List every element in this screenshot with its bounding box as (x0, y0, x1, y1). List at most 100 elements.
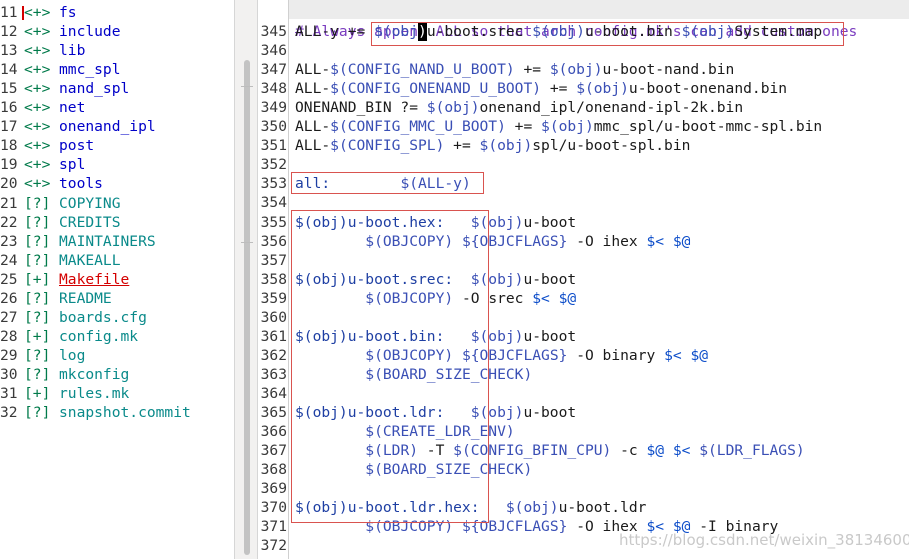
code-line[interactable]: 356 $(OBJCOPY) ${OBJCFLAGS} -O ihex $< $… (258, 232, 909, 251)
code-token: u-boot-nand.bin (602, 61, 735, 79)
code-line[interactable]: 368 $(BOARD_SIZE_CHECK) (258, 460, 909, 479)
scrollbar-mark (241, 86, 253, 87)
code-token: $(obj) (470, 404, 524, 421)
line-number: 354 (260, 194, 287, 212)
line-number: 356 (260, 232, 287, 250)
line-number: 360 (260, 308, 287, 326)
tree-item-label[interactable]: MAKEALL (59, 251, 121, 270)
tree-item-label[interactable]: log (59, 346, 85, 365)
code-token: $(obj) (576, 80, 629, 98)
code-token: ${OBJCFLAGS} (461, 346, 568, 364)
tree-item-label[interactable]: include (59, 22, 121, 41)
code-line[interactable]: 349 ONENAND_BIN ?= $(obj)onenand_ipl/onen… (258, 98, 909, 117)
line-number: 370 (260, 499, 287, 517)
tree-item-label[interactable]: config.mk (59, 327, 138, 346)
tree-item-label[interactable]: tools (59, 174, 103, 193)
tree-item-label[interactable]: lib (59, 41, 85, 60)
tree-line-number: 13 (0, 42, 18, 60)
code-token: System.map (734, 23, 823, 40)
line-number: 353 (260, 175, 287, 193)
tree-item-label[interactable]: fs (59, 3, 77, 22)
code-text: $(OBJCOPY) -O srec $< $@ (295, 289, 576, 308)
code-token: ALL-y += (295, 23, 375, 40)
code-token: ${OBJCFLAGS} (461, 518, 568, 536)
code-text: $(OBJCOPY) ${OBJCFLAGS} -O binary $< $@ (295, 346, 708, 365)
code-text: ALL-$(CONFIG_ONENAND_U_BOOT) += $(obj)u-… (295, 79, 787, 98)
code-token: -c (611, 442, 647, 460)
code-token: += (514, 61, 550, 79)
file-tree-pane[interactable]: 11 <+> fs 12 <+> include 13 <+> lib 14 <+> mmc_spl 1… (0, 0, 234, 559)
code-text: $(OBJCOPY) ${OBJCFLAGS} -O ihex $< $@ (295, 232, 690, 251)
tree-item-label[interactable]: spl (59, 155, 85, 174)
tree-line-number: 28 (0, 327, 18, 345)
code-text: ONENAND_BIN ?= $(obj)onenand_ipl/onenand… (295, 98, 743, 117)
tree-line-number: 24 (0, 251, 18, 269)
code-token: += (444, 137, 480, 155)
code-token: $(obj)u-boot.hex: (295, 213, 445, 231)
header-comment-bar (289, 0, 909, 19)
code-line[interactable]: 365 $(obj)u-boot.ldr: $(obj)u-boot (258, 403, 909, 422)
tree-item-label[interactable]: README (59, 289, 112, 308)
code-line[interactable]: 345 ALL-y += $(obj)u-boot.srec $(obj)u-bo… (258, 22, 909, 41)
tree-item-label[interactable]: COPYING (59, 194, 121, 213)
code-token: $@ (646, 442, 665, 460)
code-line[interactable]: 363 $(BOARD_SIZE_CHECK) (258, 365, 909, 384)
line-number: 348 (260, 80, 287, 98)
code-token: ALL- (295, 61, 331, 79)
tree-item-label[interactable]: post (59, 136, 94, 155)
tree-item-label[interactable]: rules.mk (59, 384, 129, 403)
code-token: $(obj) (479, 137, 533, 155)
code-line[interactable]: 347 ALL-$(CONFIG_NAND_U_BOOT) += $(obj)u-… (258, 60, 909, 79)
tree-item-label[interactable]: mkconfig (59, 365, 129, 384)
code-text: ALL-$(CONFIG_NAND_U_BOOT) += $(obj)u-boo… (295, 60, 734, 79)
line-number: 372 (260, 537, 287, 555)
tree-item-status: [?] (24, 232, 51, 250)
tree-item-label[interactable]: Makefile (59, 270, 129, 289)
line-number: 361 (260, 327, 287, 345)
code-line[interactable]: 359 $(OBJCOPY) -O srec $< $@ (258, 289, 909, 308)
code-line[interactable]: 370 $(obj)u-boot.ldr.hex: $(obj)u-boot.ld… (258, 498, 909, 517)
tree-item-label[interactable]: onenand_ipl (59, 117, 156, 136)
code-line[interactable]: 353 all: $(ALL-y) (258, 174, 909, 193)
tree-item-label[interactable]: MAINTAINERS (59, 232, 156, 251)
code-line[interactable]: 348 ALL-$(CONFIG_ONENAND_U_BOOT) += $(obj… (258, 79, 909, 98)
code-line[interactable]: 364 (258, 384, 909, 403)
tree-line-number: 29 (0, 346, 18, 364)
code-line[interactable]: 369 (258, 479, 909, 498)
code-line[interactable]: 367 $(LDR) -T $(CONFIG_BFIN_CPU) -c $@ $… (258, 441, 909, 460)
tree-item-label[interactable]: net (59, 98, 85, 117)
code-token: $(obj) (505, 499, 559, 517)
code-line[interactable]: 366 $(CREATE_LDR_ENV) (258, 422, 909, 441)
code-line[interactable]: 354 (258, 193, 909, 212)
code-line[interactable]: 352 (258, 155, 909, 174)
tree-item-label[interactable]: boards.cfg (59, 308, 147, 327)
code-token: $(obj)u-boot.ldr: (295, 404, 445, 421)
code-line[interactable]: 360 (258, 308, 909, 327)
code-line[interactable]: 351 ALL-$(CONFIG_SPL) += $(obj)spl/u-boot… (258, 136, 909, 155)
code-line[interactable]: 346 (258, 41, 909, 60)
line-number: 350 (260, 118, 287, 136)
code-line[interactable]: 350 ALL-$(CONFIG_MMC_U_BOOT) += $(obj)mmc… (258, 117, 909, 136)
code-token: $(obj) (532, 23, 585, 40)
code-line[interactable]: 357 (258, 251, 909, 270)
tree-item-label[interactable]: nand_spl (59, 79, 129, 98)
tree-item-label[interactable]: snapshot.commit (59, 403, 191, 422)
line-number: 365 (260, 404, 287, 421)
code-line[interactable]: 362 $(OBJCOPY) ${OBJCFLAGS} -O binary $<… (258, 346, 909, 365)
code-line[interactable]: 355 $(obj)u-boot.hex: $(obj)u-boot (258, 213, 909, 232)
line-number: 369 (260, 480, 287, 498)
scrollbar-thumb[interactable] (244, 60, 250, 555)
editor-pane[interactable]: # Always append ALL so that arch config.… (258, 0, 909, 559)
code-token: u-boot (523, 327, 577, 345)
code-token: $(BOARD_SIZE_CHECK) (365, 365, 533, 383)
code-line[interactable]: 358 $(obj)u-boot.srec: $(obj)u-boot (258, 270, 909, 289)
code-line[interactable]: 361 $(obj)u-boot.bin: $(obj)u-boot (258, 327, 909, 346)
code-token: u-boot (523, 213, 577, 231)
code-token: $(obj) (470, 213, 524, 231)
code-token: $(LDR_FLAGS) (699, 442, 805, 460)
tree-item-label[interactable]: CREDITS (59, 213, 121, 232)
tree-item-label[interactable]: mmc_spl (59, 60, 121, 79)
split-scrollbar[interactable] (234, 0, 258, 559)
